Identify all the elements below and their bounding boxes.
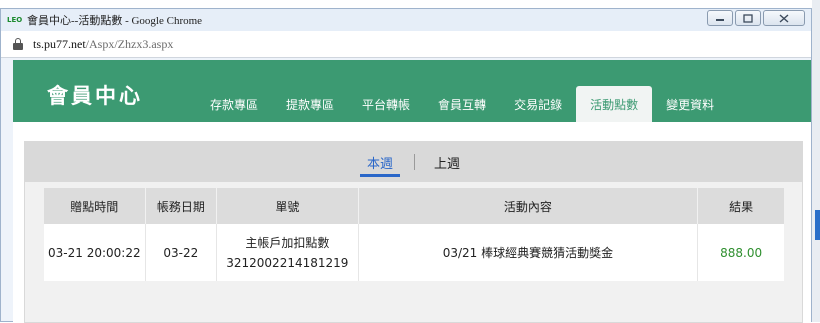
col-header-result: 結果 [697,188,784,224]
minimize-button[interactable] [707,10,733,26]
desktop-background-right [812,0,820,322]
desktop-window-edge [815,210,820,240]
col-header-time: 贈點時間 [44,188,146,224]
nav-activity-points[interactable]: 活動點數 [576,86,653,122]
desktop-background [0,0,820,8]
tab-divider [414,154,415,170]
nav-withdraw[interactable]: 提款專區 [272,86,348,122]
week-tabs: 本週 上週 [25,142,802,182]
maximize-icon [743,13,753,23]
nav-platform-transfer[interactable]: 平台轉帳 [348,86,424,122]
close-button[interactable] [763,10,805,26]
window-controls [707,10,805,26]
nav-change-profile[interactable]: 變更資料 [652,86,728,122]
page-title: 會員中心 [47,83,143,108]
order-number: 3212002214181219 [226,255,349,270]
nav-deposit[interactable]: 存款專區 [196,86,272,122]
leo-logo-icon: LEO [7,16,23,24]
url-text[interactable]: ts.pu77.net/Aspx/Zhzx3.aspx [33,37,173,52]
maximize-button[interactable] [735,10,761,26]
site-header: 會員中心 存款專區 提款專區 平台轉帳 會員互轉 交易記錄 活動點數 變更資料 [13,60,811,122]
lock-icon[interactable] [13,38,23,50]
points-table: 贈點時間 帳務日期 單號 活動內容 結果 03-21 20:00:22 03-2… [44,188,784,281]
col-header-order: 單號 [216,188,359,224]
cell-order: 主帳戶加扣點數 3212002214181219 [216,224,359,281]
cell-date: 03-22 [145,224,218,281]
active-tab-underline [360,174,400,177]
tab-last-week[interactable]: 上週 [434,153,460,172]
close-icon [779,13,789,23]
url-host: ts.pu77.net [33,36,86,51]
window-title: 會員中心--活動點數 - Google Chrome [27,15,203,27]
url-path: /Aspx/Zhzx3.aspx [85,36,174,51]
points-panel: 本週 上週 贈點時間 帳務日期 單號 活動內容 結果 03-21 20:00:2… [24,141,803,323]
cell-content: 03/21 棒球經典賽競猜活動獎金 [358,224,699,281]
browser-window: LEO 會員中心--活動點數 - Google Chrome ts.pu77.n… [0,8,812,323]
address-bar[interactable]: ts.pu77.net/Aspx/Zhzx3.aspx [1,31,811,58]
main-nav: 存款專區 提款專區 平台轉帳 會員互轉 交易記錄 活動點數 變更資料 [196,86,728,122]
table-header-row: 贈點時間 帳務日期 單號 活動內容 結果 [44,188,784,224]
table-row: 03-21 20:00:22 03-22 主帳戶加扣點數 32120022141… [44,224,784,281]
nav-transaction-records[interactable]: 交易記錄 [500,86,576,122]
page-content: 會員中心 存款專區 提款專區 平台轉帳 會員互轉 交易記錄 活動點數 變更資料 … [13,60,811,323]
col-header-content: 活動內容 [358,188,699,224]
minimize-icon [716,19,724,21]
tab-this-week[interactable]: 本週 [367,153,393,172]
window-titlebar[interactable]: LEO 會員中心--活動點數 - Google Chrome [1,9,811,31]
cell-result: 888.00 [697,224,784,281]
cell-time: 03-21 20:00:22 [44,224,146,281]
order-type: 主帳戶加扣點數 [245,235,330,250]
col-header-date: 帳務日期 [145,188,218,224]
nav-member-transfer[interactable]: 會員互轉 [424,86,500,122]
